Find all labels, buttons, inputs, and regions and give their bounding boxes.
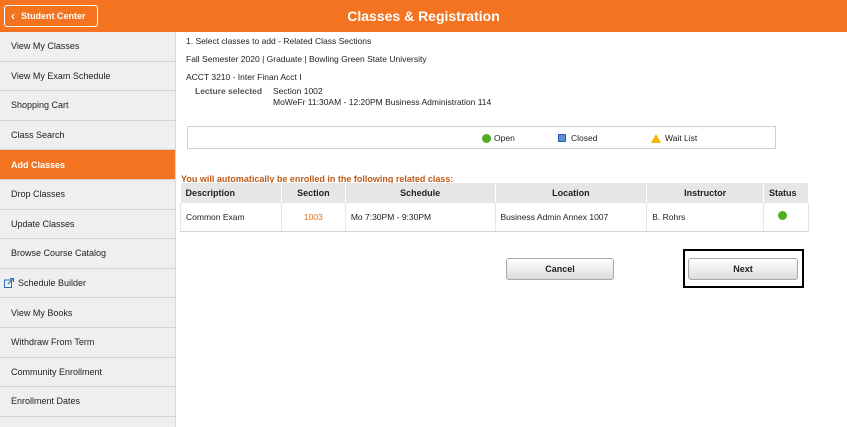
sidebar-item-schedule-builder[interactable]: Schedule Builder (0, 269, 175, 299)
cell-section: 1003 (281, 203, 346, 232)
cancel-button[interactable]: Cancel (506, 258, 614, 280)
cell-schedule: Mo 7:30PM - 9:30PM (345, 203, 496, 232)
next-button[interactable]: Next (688, 258, 798, 280)
sidebar-item-label: Schedule Builder (18, 278, 87, 289)
sidebar-item-drop-classes[interactable]: Drop Classes (0, 180, 175, 210)
sidebar-item-label: Enrollment Dates (11, 396, 81, 407)
sidebar: View My Classes View My Exam Schedule Sh… (0, 32, 176, 427)
sidebar-item-class-search[interactable]: Class Search (0, 121, 175, 151)
column-header-instructor: Instructor (646, 183, 764, 203)
section-link[interactable]: 1003 (304, 212, 323, 222)
sidebar-item-label: View My Exam Schedule (11, 70, 111, 81)
sidebar-item-label: Update Classes (11, 218, 75, 229)
legend-closed: Closed (558, 133, 597, 143)
page-title: Classes & Registration (347, 8, 500, 24)
column-header-section: Section (281, 183, 346, 203)
external-link-icon (4, 278, 14, 289)
sidebar-item-label: Shopping Cart (11, 100, 69, 111)
legend-open-label: Open (494, 133, 515, 143)
sidebar-item-withdraw-from-term[interactable]: Withdraw From Term (0, 328, 175, 358)
sidebar-item-add-classes[interactable]: Add Classes (0, 150, 175, 180)
sidebar-item-view-my-books[interactable]: View My Books (0, 298, 175, 328)
sidebar-item-community-enrollment[interactable]: Community Enrollment (0, 358, 175, 388)
status-legend: Open Closed Wait List (187, 126, 776, 149)
legend-closed-label: Closed (571, 133, 598, 143)
lecture-section: Section 1002 (273, 86, 323, 96)
sidebar-item-label: Add Classes (11, 159, 66, 170)
column-header-description: Description (180, 183, 282, 203)
step-heading: 1. Select classes to add - Related Class… (186, 36, 372, 46)
term-info: Fall Semester 2020 | Graduate | Bowling … (186, 54, 427, 64)
sidebar-item-label: View My Classes (11, 41, 80, 52)
lecture-schedule: MoWeFr 11:30AM - 12:20PM Business Admini… (273, 97, 492, 107)
cell-description: Common Exam (180, 203, 282, 232)
open-status-icon (778, 211, 787, 221)
main-content: 1. Select classes to add - Related Class… (176, 32, 847, 427)
sidebar-item-browse-course-catalog[interactable]: Browse Course Catalog (0, 239, 175, 269)
open-status-icon (482, 133, 491, 143)
related-class-table: Description Section Schedule Location In… (180, 183, 809, 232)
table-row: Common Exam 1003 Mo 7:30PM - 9:30PM Busi… (180, 203, 809, 232)
legend-waitlist-label: Wait List (665, 133, 698, 143)
sidebar-item-label: Drop Classes (11, 189, 66, 200)
chevron-left-icon: ‹ (11, 9, 15, 23)
column-header-status: Status (763, 183, 809, 203)
sidebar-item-view-my-exam-schedule[interactable]: View My Exam Schedule (0, 62, 175, 92)
waitlist-status-icon (651, 133, 661, 143)
column-header-location: Location (495, 183, 648, 203)
closed-status-icon (558, 134, 566, 142)
legend-waitlist: Wait List (651, 133, 697, 143)
legend-open: Open (482, 133, 515, 143)
sidebar-item-label: Class Search (11, 130, 65, 141)
table-header-row: Description Section Schedule Location In… (180, 183, 809, 203)
back-to-student-center-button[interactable]: ‹ Student Center (4, 5, 98, 27)
sidebar-item-enrollment-dates[interactable]: Enrollment Dates (0, 387, 175, 417)
sidebar-item-label: View My Books (11, 307, 73, 318)
sidebar-item-label: Browse Course Catalog (11, 248, 107, 259)
sidebar-item-shopping-cart[interactable]: Shopping Cart (0, 91, 175, 121)
header-bar: ‹ Student Center Classes & Registration (0, 0, 847, 32)
sidebar-item-label: Community Enrollment (11, 366, 103, 377)
column-header-schedule: Schedule (345, 183, 496, 203)
back-button-label: Student Center (21, 11, 86, 21)
cell-status (763, 203, 809, 232)
sidebar-item-label: Withdraw From Term (11, 337, 95, 348)
sidebar-item-view-my-classes[interactable]: View My Classes (0, 32, 175, 62)
cell-instructor: B. Rohrs (646, 203, 764, 232)
lecture-selected-label: Lecture selected (195, 86, 263, 96)
course-title: ACCT 3210 - Inter Finan Acct I (186, 72, 302, 82)
sidebar-item-update-classes[interactable]: Update Classes (0, 210, 175, 240)
cell-location: Business Admin Annex 1007 (495, 203, 648, 232)
